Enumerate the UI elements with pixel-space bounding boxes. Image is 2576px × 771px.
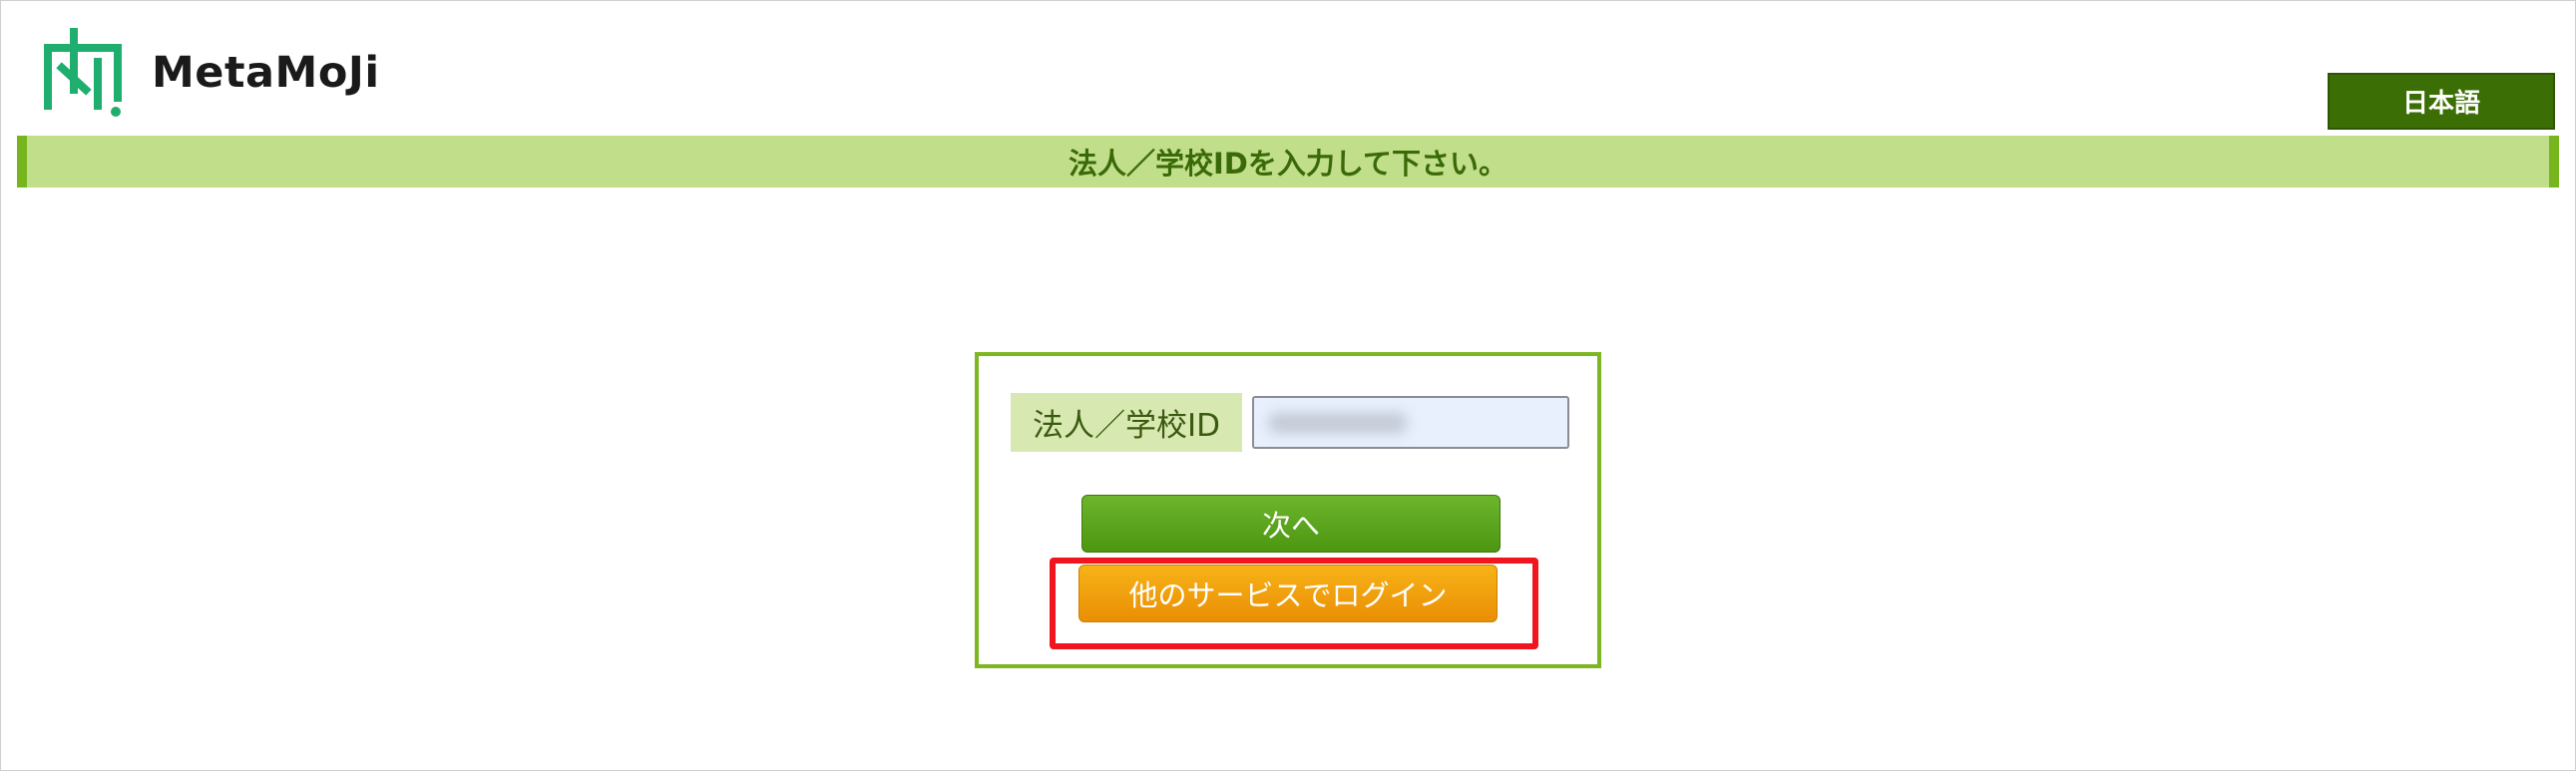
language-button[interactable]: 日本語 <box>2328 73 2555 130</box>
other-service-login-button[interactable]: 他のサービスでログイン <box>1078 565 1498 622</box>
metamoji-logo-icon <box>44 28 122 117</box>
next-button[interactable]: 次へ <box>1081 495 1501 553</box>
metamoji-logo: MetaMoJi <box>42 28 380 118</box>
banner-text: 法人／学校IDを入力して下さい。 <box>1069 147 1507 181</box>
logo-text: MetaMoJi <box>152 48 380 98</box>
id-input[interactable] <box>1252 396 1569 449</box>
id-label: 法人／学校ID <box>1011 393 1242 452</box>
instruction-banner: 法人／学校IDを入力して下さい。 <box>17 136 2559 188</box>
